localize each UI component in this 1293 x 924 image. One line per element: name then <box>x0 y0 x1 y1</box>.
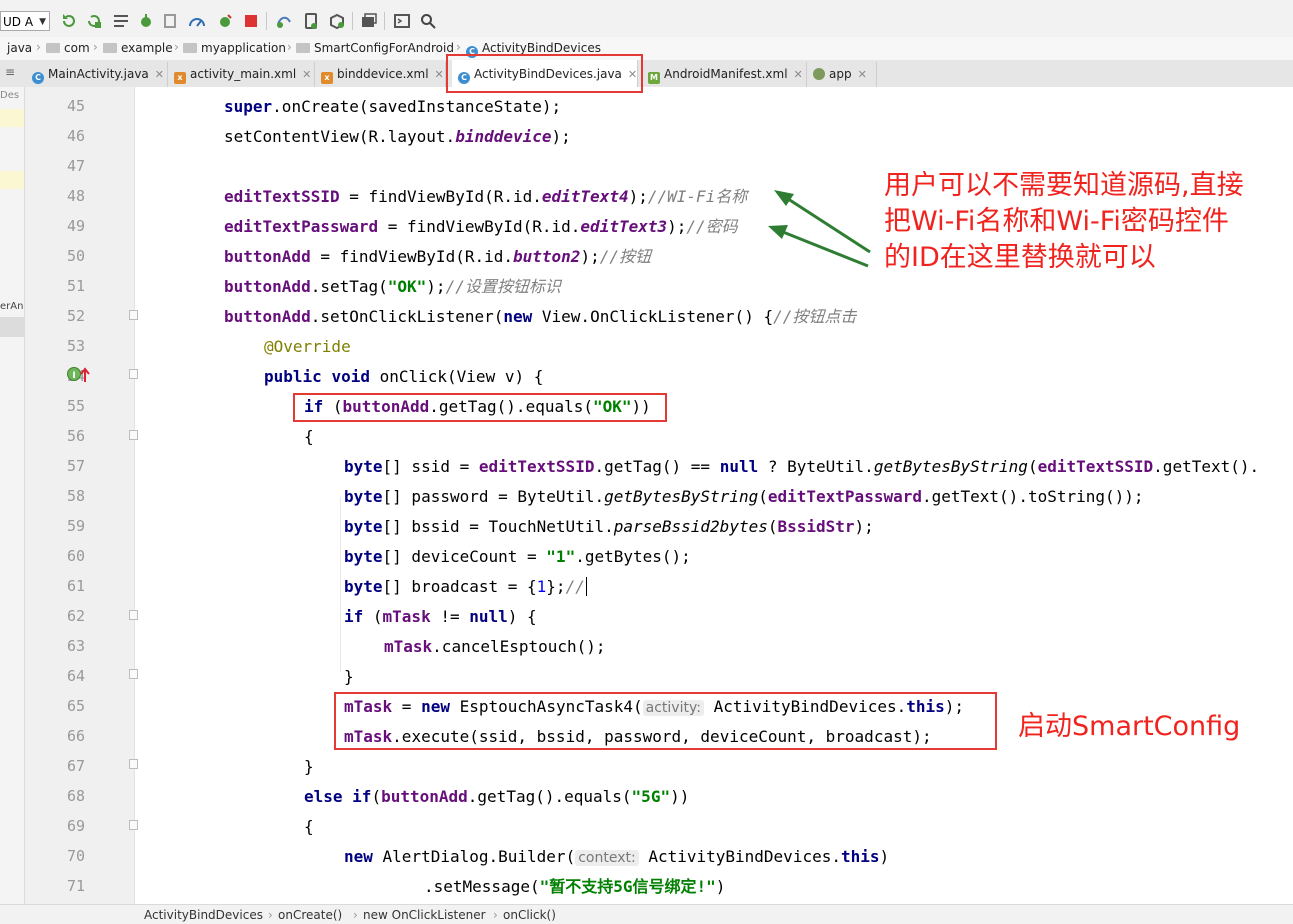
highlight-box-active-tab <box>446 54 643 93</box>
code-line-45: super.onCreate(savedInstanceState); <box>224 97 562 116</box>
footer-crumb-oncreate[interactable]: onCreate() <box>278 908 342 922</box>
layout-file-icon: x <box>174 72 186 84</box>
code-breadcrumb-bar: ActivityBindDevices › onCreate() › new O… <box>0 904 1293 924</box>
code-line-54: public void onClick(View v) { <box>264 367 544 386</box>
code-line-63: mTask.cancelEsptouch(); <box>384 637 606 656</box>
code-line-58: byte[] password = ByteUtil.getBytesByStr… <box>344 487 1144 506</box>
folder-icon <box>46 43 60 53</box>
code-line-59: byte[] bssid = TouchNetUtil.parseBssid2b… <box>344 517 874 536</box>
list-icon[interactable] <box>112 12 130 30</box>
code-line-67: } <box>304 757 314 776</box>
code-line-46: setContentView(R.layout.binddevice); <box>224 127 571 146</box>
breadcrumb-item-smartconfigforandroid[interactable]: SmartConfigForAndroid <box>296 41 454 55</box>
class-icon: C <box>32 72 44 84</box>
attach-debugger-icon[interactable] <box>162 12 180 30</box>
tab-mainactivity[interactable]: C MainActivity.java ✕ <box>26 62 168 87</box>
code-line-48: editTextSSID = findViewById(R.id.editTex… <box>224 187 748 206</box>
parameter-hint: context: <box>575 850 639 866</box>
tab-binddevice-xml[interactable]: x binddevice.xml ✕ <box>315 62 446 87</box>
manifest-file-icon: M <box>648 72 660 84</box>
code-line-69: { <box>304 817 314 836</box>
breadcrumb-item-example[interactable]: example <box>103 41 173 55</box>
close-icon[interactable]: ✕ <box>858 68 867 81</box>
folder-icon <box>296 43 310 53</box>
fold-marker[interactable] <box>129 430 138 440</box>
code-line-70: new AlertDialog.Builder(context: Activit… <box>344 847 890 866</box>
fold-marker[interactable] <box>129 310 138 320</box>
footer-crumb-listener[interactable]: new OnClickListener <box>363 908 486 922</box>
annotation-note-replace-ids: 用户可以不需要知道源码,直接 把Wi-Fi名称和Wi-Fi密码控件 的ID在这里… <box>884 170 1244 273</box>
code-line-71: .setMessage("暂不支持5G信号绑定!") <box>424 877 726 896</box>
code-line-68: else if(buttonAdd.getTag().equals("5G")) <box>304 787 690 806</box>
close-icon[interactable]: ✕ <box>155 68 164 81</box>
code-line-53: @Override <box>264 337 351 356</box>
code-line-52: buttonAdd.setOnClickListener(new View.On… <box>224 307 857 326</box>
implements-method-icon[interactable]: I <box>66 366 92 384</box>
tab-scroll-icon[interactable]: ≡ <box>5 65 15 79</box>
tab-app[interactable]: app ✕ <box>807 62 877 87</box>
layout-file-icon: x <box>321 72 333 84</box>
fold-marker[interactable] <box>129 610 138 620</box>
stop-icon[interactable] <box>242 12 260 30</box>
code-line-49: editTextPassward = findViewById(R.id.edi… <box>224 217 738 236</box>
panel-fragment-label: Des <box>0 90 20 101</box>
folder-icon <box>183 43 197 53</box>
highlight-box-if-condition <box>293 393 667 422</box>
terminal-icon[interactable] <box>393 12 411 30</box>
apply-changes-icon[interactable] <box>85 12 103 30</box>
close-icon[interactable]: ✕ <box>302 68 311 81</box>
breadcrumb-item-com[interactable]: com <box>46 41 90 55</box>
avd-manager-icon[interactable] <box>302 12 320 30</box>
editor-tab-bar: ≡ C MainActivity.java ✕ x activity_main.xml… <box>0 60 1293 88</box>
tab-androidmanifest-xml[interactable]: M AndroidManifest.xml ✕ <box>642 62 807 87</box>
line-numbers: 45 46 47 48 49 50 51 52 53 54 55 56 57 5… <box>25 87 138 923</box>
svg-text:I: I <box>72 371 75 381</box>
main-toolbar: UD A ▼ <box>0 6 1293 38</box>
code-line-64: } <box>344 667 354 686</box>
close-icon[interactable]: ✕ <box>435 68 444 81</box>
project-structure-icon[interactable] <box>360 12 378 30</box>
fold-marker[interactable] <box>129 669 138 679</box>
chevron-down-icon: ▼ <box>39 17 46 27</box>
panel-fragment-label: erAnd <box>0 301 24 312</box>
gradle-sync-icon[interactable] <box>216 12 234 30</box>
highlight-box-smartconfig-start <box>334 692 997 750</box>
annotation-note-start-smartconfig: 启动SmartConfig <box>1018 711 1241 742</box>
sync-project-icon[interactable] <box>275 12 293 30</box>
run-configuration-select[interactable]: UD A ▼ <box>0 11 50 31</box>
footer-crumb-class[interactable]: ActivityBindDevices <box>144 908 263 922</box>
code-line-51: buttonAdd.setTag("OK");//设置按钮标识 <box>224 277 561 296</box>
code-line-56: { <box>304 427 314 446</box>
android-module-icon <box>813 68 825 80</box>
footer-crumb-onclick[interactable]: onClick() <box>503 908 556 922</box>
profiler-icon[interactable] <box>188 12 206 30</box>
folder-icon <box>103 43 117 53</box>
code-line-57: byte[] ssid = editTextSSID.getTag() == n… <box>344 457 1260 476</box>
code-line-60: byte[] deviceCount = "1".getBytes(); <box>344 547 691 566</box>
debug-icon[interactable] <box>137 12 155 30</box>
close-icon[interactable]: ✕ <box>794 68 803 81</box>
project-panel-edge: Des erAnd <box>0 87 25 923</box>
rerun-icon[interactable] <box>60 12 78 30</box>
code-line-61: byte[] broadcast = {1};// <box>344 577 587 596</box>
navigation-breadcrumb: java › com › example › myapplication › S… <box>0 37 1293 61</box>
fold-marker[interactable] <box>129 369 138 379</box>
tab-activity-main-xml[interactable]: x activity_main.xml ✕ <box>168 62 315 87</box>
code-line-62: if (mTask != null) { <box>344 607 537 626</box>
search-icon[interactable] <box>419 12 437 30</box>
code-line-50: buttonAdd = findViewById(R.id.button2);/… <box>224 247 651 266</box>
text-caret <box>585 577 587 596</box>
fold-marker[interactable] <box>129 820 138 830</box>
run-configuration-label: UD A <box>3 15 34 29</box>
sdk-manager-icon[interactable] <box>328 12 346 30</box>
breadcrumb-item-myapplication[interactable]: myapplication <box>183 41 286 55</box>
annotation-arrows <box>768 190 871 268</box>
breadcrumb-item-java[interactable]: java <box>7 41 32 55</box>
fold-marker[interactable] <box>129 759 138 769</box>
